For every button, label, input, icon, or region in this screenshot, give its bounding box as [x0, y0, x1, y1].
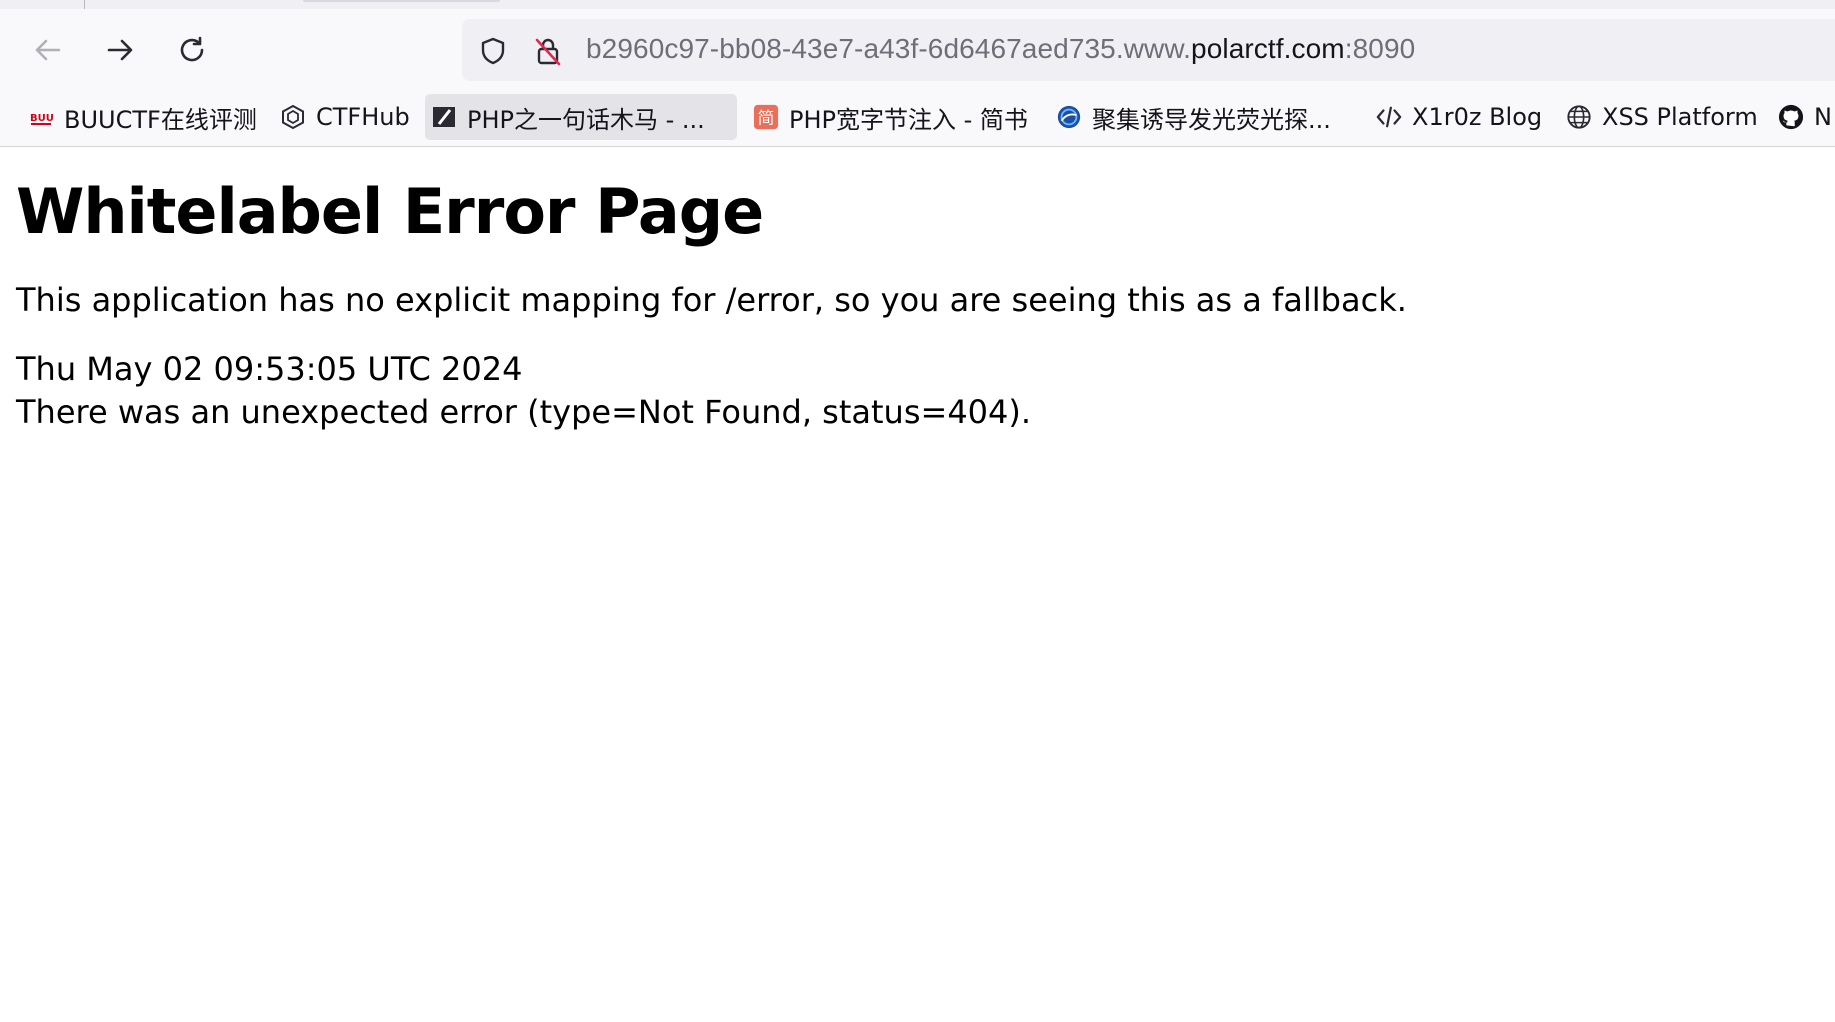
forward-button[interactable] — [101, 31, 139, 69]
bookmark-label: PHP之一句话木马 - ... — [467, 105, 705, 134]
address-bar[interactable]: b2960c97-bb08-43e7-a43f-6d6467aed735.www… — [462, 19, 1835, 81]
github-icon — [1778, 104, 1804, 130]
svg-text:简: 简 — [758, 108, 775, 128]
bookmark-fluorescence[interactable]: 聚集诱导发光荧光探... — [1050, 94, 1337, 140]
buuctf-icon: BUU — [28, 104, 54, 130]
error-status: There was an unexpected error (type=Not … — [16, 393, 1032, 431]
tab-strip — [0, 0, 1835, 9]
bookmark-label: PHP宽字节注入 - 简书 — [789, 105, 1028, 134]
bookmark-php-wide-byte[interactable]: 简 PHP宽字节注入 - 简书 — [747, 94, 1034, 140]
globe-icon — [1566, 104, 1592, 130]
bookmark-xss-platform[interactable]: XSS Platform — [1560, 94, 1764, 140]
bookmarks-toolbar: BUU BUUCTF在线评测 CTFHub PHP之一句话木马 - ... 简 … — [0, 91, 1835, 147]
bookmark-label: 聚集诱导发光荧光探... — [1092, 105, 1331, 134]
error-timestamp: Thu May 02 09:53:05 UTC 2024 — [16, 350, 523, 388]
tab-separator — [84, 0, 85, 9]
page-content: Whitelabel Error Page This application h… — [16, 147, 1816, 434]
bookmark-label: CTFHub — [316, 103, 410, 131]
bookmark-label: X1r0z Blog — [1412, 103, 1543, 131]
url-domain: polarctf.com — [1191, 33, 1345, 64]
globe-blue-icon — [1056, 104, 1082, 130]
bookmark-label: XSS Platform — [1602, 103, 1758, 131]
bookmark-label: BUUCTF在线评测 — [64, 105, 257, 134]
code-icon — [1376, 104, 1402, 130]
jianshu-icon: 简 — [753, 104, 779, 130]
back-button[interactable] — [29, 31, 67, 69]
url-subdomain: b2960c97-bb08-43e7-a43f-6d6467aed735.www… — [586, 33, 1192, 64]
insecure-lock-icon[interactable] — [533, 36, 563, 70]
arrow-left-icon — [32, 34, 64, 66]
reload-icon — [176, 34, 208, 66]
url-port: :8090 — [1344, 33, 1416, 64]
active-tab[interactable] — [303, 0, 500, 2]
bookmark-ctfhub[interactable]: CTFHub — [274, 94, 416, 140]
bookmark-github[interactable]: N — [1772, 94, 1835, 140]
ctfhub-icon — [280, 104, 306, 130]
page-title: Whitelabel Error Page — [16, 175, 764, 248]
reload-button[interactable] — [173, 31, 211, 69]
navigation-toolbar: b2960c97-bb08-43e7-a43f-6d6467aed735.www… — [0, 9, 1835, 91]
bookmark-php-webshell[interactable]: PHP之一句话木马 - ... — [425, 94, 737, 140]
bookmark-buuctf[interactable]: BUU BUUCTF在线评测 — [22, 94, 263, 140]
error-explanation: This application has no explicit mapping… — [16, 281, 1407, 319]
url-text[interactable]: b2960c97-bb08-43e7-a43f-6d6467aed735.www… — [586, 33, 1415, 65]
shield-icon[interactable] — [478, 36, 508, 70]
arrow-right-icon — [104, 34, 136, 66]
bookmark-label: N — [1814, 103, 1832, 131]
zhihu-slash-icon — [431, 104, 457, 130]
error-details: Thu May 02 09:53:05 UTC 2024 There was a… — [16, 348, 1816, 434]
bookmark-x1r0z-blog[interactable]: X1r0z Blog — [1370, 94, 1548, 140]
svg-text:BUU: BUU — [30, 113, 53, 124]
